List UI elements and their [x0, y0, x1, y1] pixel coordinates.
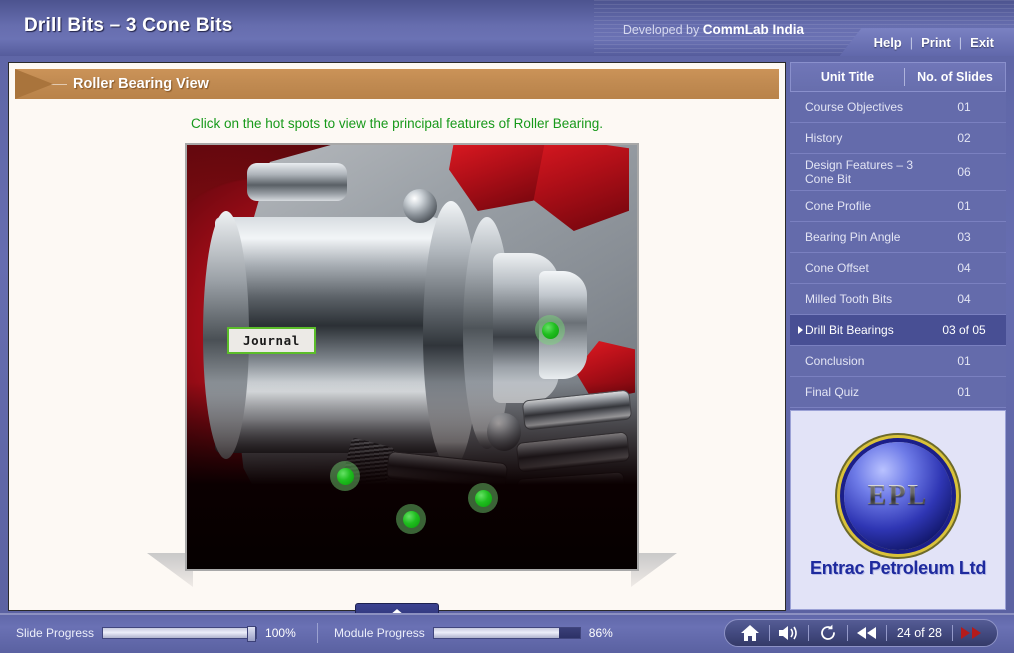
replay-button[interactable] — [809, 620, 847, 646]
sidebar-item-count: 02 — [957, 131, 971, 145]
volume-icon — [778, 626, 797, 640]
toc-header: Unit Title No. of Slides — [790, 62, 1006, 92]
illustration-wrapper: Journal — [147, 143, 677, 587]
slide-progress-label: Slide Progress — [16, 626, 95, 640]
chevron-right-icon — [15, 69, 53, 99]
toc-row-list: Course Objectives 01 History 02 Design Featu… — [790, 92, 1006, 408]
sidebar-item-count: 04 — [957, 292, 971, 306]
playback-controls: 24 of 28 — [723, 619, 998, 647]
module-progress-percent: 86% — [588, 626, 613, 640]
module-progress-remaining — [559, 628, 580, 638]
sidebar-item-cone-offset[interactable]: Cone Offset 04 — [790, 253, 1006, 284]
hotspot-roller[interactable] — [396, 504, 426, 534]
sidebar-item-drill-bit-bearings[interactable]: Drill Bit Bearings 03 of 05 — [790, 315, 1006, 346]
sidebar-item-label: Design Features – 3 Cone Bit — [805, 158, 914, 186]
module-progress-bar[interactable] — [432, 627, 581, 639]
slide-title: Roller Bearing View — [73, 76, 209, 92]
sidebar-item-count: 01 — [957, 100, 971, 114]
toc-header-unit-title: Unit Title — [820, 70, 875, 84]
forward-button[interactable] — [953, 620, 991, 646]
page-title: Drill Bits – 3 Cone Bits — [24, 15, 233, 36]
toc-header-slides-count: No. of Slides — [917, 70, 993, 84]
roller-bearing-illustration: Journal — [185, 143, 639, 571]
forward-icon — [961, 627, 981, 639]
home-icon — [740, 625, 759, 641]
illustration-dark-vignette — [187, 382, 637, 569]
developed-by-prefix: Developed by — [622, 23, 703, 37]
table-of-contents: Unit Title No. of Slides Course Objectiv… — [790, 62, 1006, 611]
sidebar-item-count: 06 — [957, 165, 971, 179]
course-player: Drill Bits – 3 Cone Bits Developed by Co… — [0, 0, 1014, 653]
active-marker-icon — [796, 326, 805, 334]
hotspot-outer-race[interactable] — [330, 461, 360, 491]
sidebar-item-count: 03 of 05 — [942, 323, 986, 337]
sidebar-item-cone-profile[interactable]: Cone Profile 01 — [790, 191, 1006, 222]
sidebar-item-label: Milled Tooth Bits — [805, 292, 893, 306]
rewind-button[interactable] — [848, 620, 886, 646]
sidebar-item-label: Bearing Pin Angle — [805, 230, 901, 244]
sidebar-item-count: 04 — [957, 261, 971, 275]
sidebar-item-design-features-3-cone-bit[interactable]: Design Features – 3 Cone Bit 06 — [790, 154, 1006, 191]
hotspot-ball-bearing[interactable] — [468, 483, 498, 513]
sidebar-item-count: 01 — [957, 385, 971, 399]
exit-link[interactable]: Exit — [962, 35, 1002, 50]
sidebar-item-label: Final Quiz — [805, 385, 860, 399]
sidebar-item-milled-tooth-bits[interactable]: Milled Tooth Bits 04 — [790, 284, 1006, 315]
slide-instruction: Click on the hot spots to view the princ… — [191, 116, 603, 131]
replay-icon — [820, 624, 835, 640]
slide-progress-percent: 100% — [265, 626, 296, 640]
sidebar-item-conclusion[interactable]: Conclusion 01 — [790, 346, 1006, 377]
sidebar-item-label: Cone Profile — [805, 199, 872, 213]
company-name: Entrac Petroleum Ltd — [809, 557, 987, 578]
slide-progress-knob[interactable] — [247, 626, 257, 642]
header-nav: Help | Print | Exit — [839, 28, 1014, 56]
page-indicator: 24 of 28 — [896, 626, 942, 640]
hotspot-cone-head[interactable] — [535, 315, 565, 345]
developed-by-credit: Developed by CommLab India — [623, 22, 804, 37]
epl-mark-text: EPL — [867, 479, 929, 511]
sidebar-item-course-objectives[interactable]: Course Objectives 01 — [790, 92, 1006, 123]
sidebar-item-bearing-pin-angle[interactable]: Bearing Pin Angle 03 — [790, 222, 1006, 253]
volume-button[interactable] — [770, 620, 808, 646]
sidebar-item-label: Drill Bit Bearings — [805, 323, 894, 337]
player-bottom-bar: Slide Progress 100% Module Progress 86% — [0, 613, 1014, 653]
slide-progress-bar[interactable] — [102, 626, 258, 642]
sidebar-item-count: 01 — [957, 354, 971, 368]
sidebar-item-label: Conclusion — [805, 354, 865, 368]
print-link[interactable]: Print — [913, 35, 959, 50]
module-progress-group: Module Progress 86% — [334, 626, 625, 640]
app-header: Drill Bits – 3 Cone Bits Developed by Co… — [0, 0, 1014, 56]
developed-by-brand: CommLab India — [702, 22, 804, 37]
sidebar-item-history[interactable]: History 02 — [790, 123, 1006, 154]
sidebar-item-final-quiz[interactable]: Final Quiz 01 — [790, 377, 1006, 408]
epl-sphere-logo-icon: EPL — [844, 441, 952, 550]
sidebar-item-label: Cone Offset — [805, 261, 869, 275]
slide-progress-group: Slide Progress 100% — [16, 626, 301, 642]
module-progress-label: Module Progress — [334, 626, 425, 640]
bottom-bar-topline — [0, 613, 1014, 615]
illustration-top-pin — [247, 163, 347, 201]
company-logo-panel: EPL Entrac Petroleum Ltd — [790, 410, 1006, 610]
rewind-icon — [856, 627, 876, 639]
bottom-bar-divider — [317, 623, 319, 643]
sidebar-item-label: History — [805, 131, 843, 145]
slide-content-panel: Roller Bearing View Click on the hot spo… — [8, 62, 786, 619]
home-button[interactable] — [731, 620, 769, 646]
sidebar-item-count: 03 — [957, 230, 971, 244]
illustration-ball-top — [403, 189, 437, 223]
help-link[interactable]: Help — [866, 35, 910, 50]
sidebar-item-count: 01 — [957, 199, 971, 213]
sidebar-item-label: Course Objectives — [805, 100, 904, 114]
journal-callout-label: Journal — [227, 327, 316, 354]
slide-title-bar: Roller Bearing View — [15, 69, 779, 99]
